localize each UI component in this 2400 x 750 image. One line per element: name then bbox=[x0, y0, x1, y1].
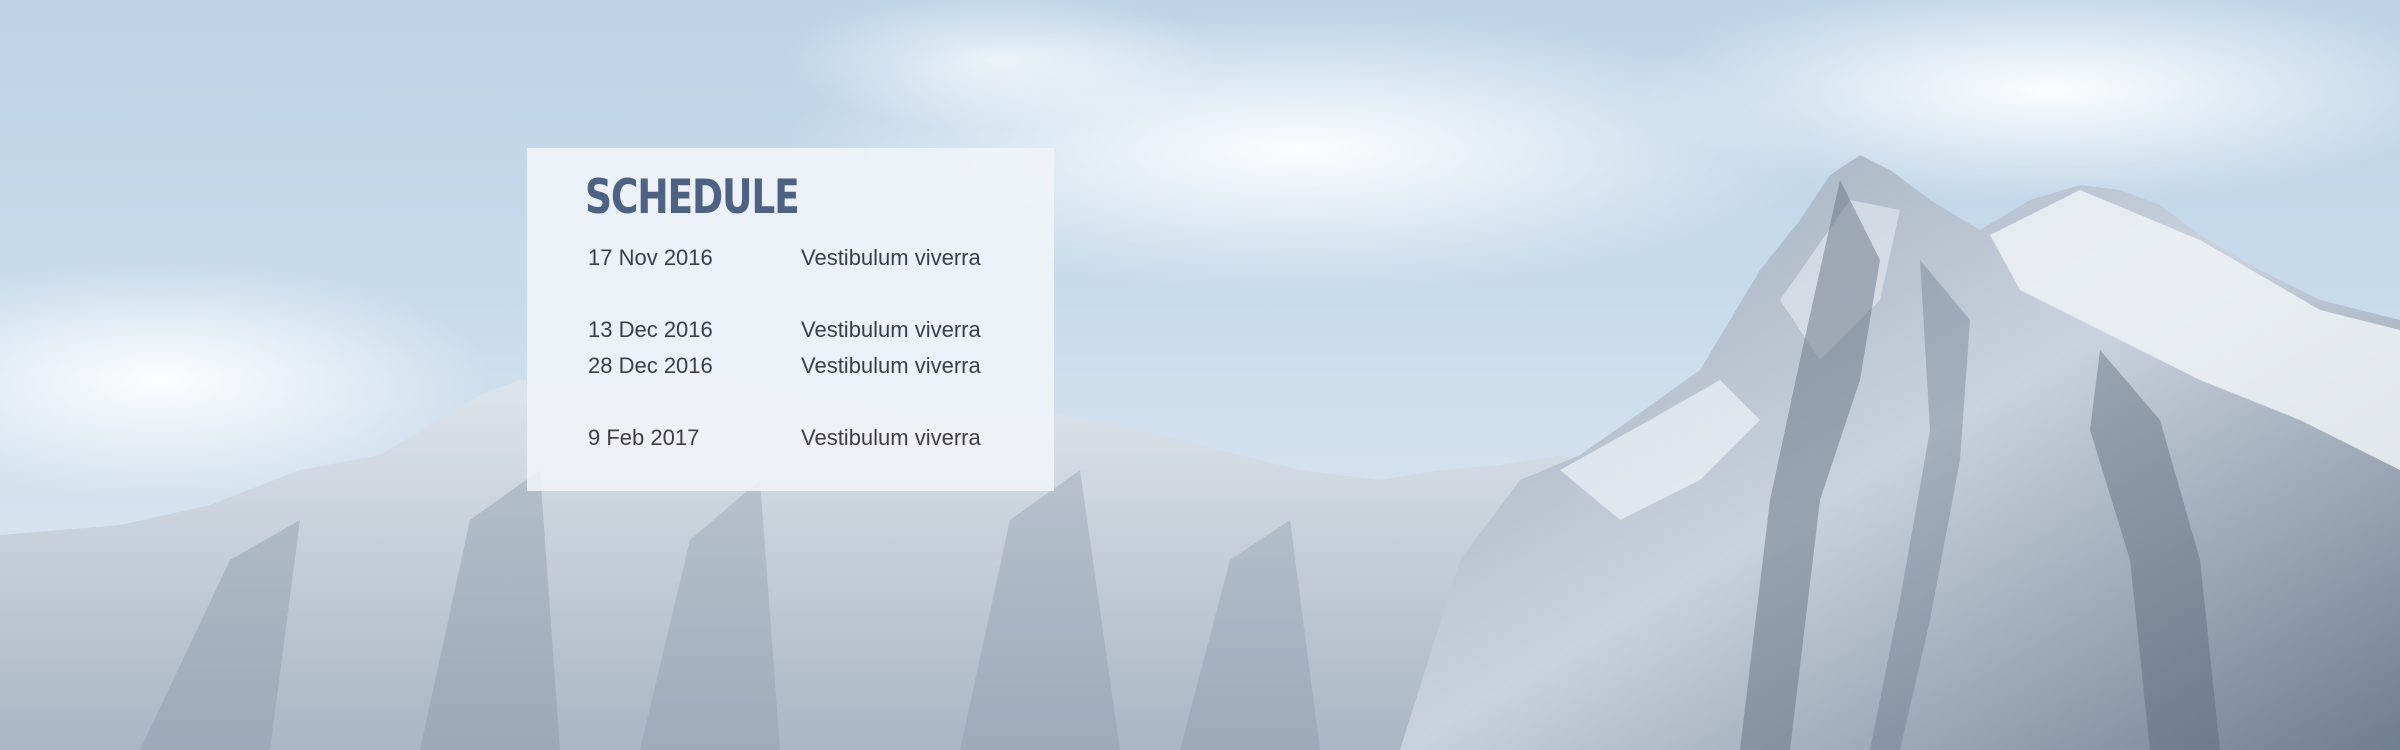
schedule-date: 9 Feb 2017 bbox=[588, 425, 700, 450]
schedule-title: SCHEDULE bbox=[585, 170, 800, 225]
schedule-event: Vestibulum viverra bbox=[801, 425, 981, 450]
schedule-row: 9 Feb 2017 Vestibulum viverra bbox=[585, 420, 1054, 456]
schedule-date: 17 Nov 2016 bbox=[588, 245, 713, 270]
schedule-date: 28 Dec 2016 bbox=[588, 353, 713, 378]
mountain-scene bbox=[0, 0, 2400, 750]
schedule-card: SCHEDULE 17 Nov 2016 Vestibulum viverra … bbox=[527, 148, 1054, 491]
schedule-event: Vestibulum viverra bbox=[801, 245, 981, 270]
schedule-event: Vestibulum viverra bbox=[801, 353, 981, 378]
schedule-date: 13 Dec 2016 bbox=[588, 317, 713, 342]
schedule-row: 13 Dec 2016 Vestibulum viverra bbox=[585, 312, 1054, 348]
schedule-event: Vestibulum viverra bbox=[801, 317, 981, 342]
schedule-row: 28 Dec 2016 Vestibulum viverra bbox=[585, 348, 1054, 384]
schedule-row: 17 Nov 2016 Vestibulum viverra bbox=[585, 240, 1054, 276]
schedule-list: 17 Nov 2016 Vestibulum viverra 13 Dec 20… bbox=[585, 240, 1054, 456]
mountain-background-image bbox=[0, 0, 2400, 750]
